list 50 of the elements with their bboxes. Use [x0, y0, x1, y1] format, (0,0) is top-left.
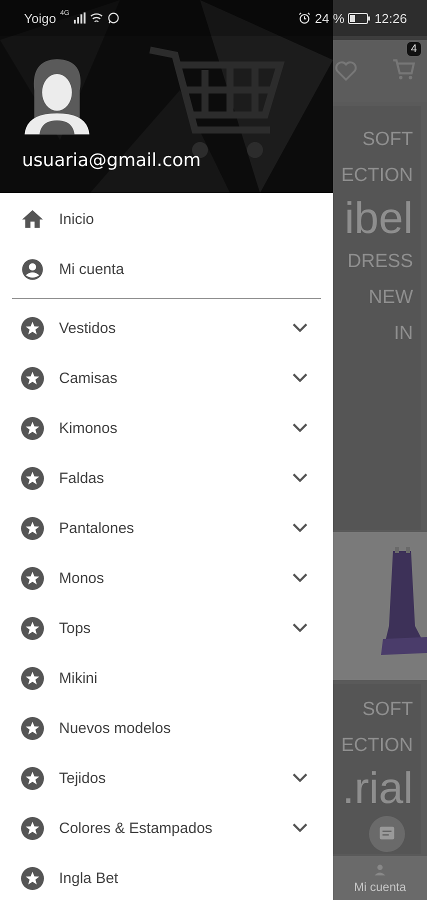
- category-label: Tops: [59, 620, 92, 636]
- clock: 12:26: [374, 10, 407, 26]
- chat-bubble-icon: [107, 12, 120, 24]
- category-label: Monos: [59, 570, 106, 586]
- user-email: usuaria@gmail.com: [22, 150, 202, 171]
- category-label: Kimonos: [59, 420, 118, 436]
- category-item[interactable]: Tejidos: [0, 753, 333, 803]
- category-label: Mikini: [59, 670, 98, 686]
- category-item[interactable]: Monos: [0, 553, 333, 603]
- category-item[interactable]: Ingla Bet: [0, 853, 333, 900]
- category-label: Colores & Estampados: [59, 820, 214, 836]
- category-item[interactable]: Kimonos: [0, 403, 333, 453]
- banner-text: SOFT: [362, 698, 413, 722]
- category-item[interactable]: Colores & Estampados: [0, 803, 333, 853]
- banner-text: NEW: [368, 286, 413, 310]
- battery-icon: [348, 12, 370, 24]
- category-label: Faldas: [59, 470, 106, 486]
- battery-percent: 24 %: [314, 10, 344, 26]
- wifi-icon: [90, 12, 104, 24]
- chat-button[interactable]: [369, 816, 405, 852]
- category-item[interactable]: Mikini: [0, 653, 333, 703]
- category-label: Ingla Bet: [59, 870, 120, 886]
- banner-text: ibel: [344, 194, 413, 244]
- menu-item[interactable]: Inicio: [0, 194, 333, 244]
- menu-item[interactable]: Mi cuenta: [0, 244, 333, 294]
- alarm-icon: [298, 12, 311, 24]
- banner-text: DRESS: [348, 250, 413, 274]
- category-item[interactable]: Tops: [0, 603, 333, 653]
- category-item[interactable]: Faldas: [0, 453, 333, 503]
- menu-label: Inicio: [59, 210, 96, 228]
- cart-count-badge: 4: [406, 42, 421, 56]
- category-item[interactable]: Vestidos: [0, 303, 333, 353]
- category-item[interactable]: Camisas: [0, 353, 333, 403]
- menu-label: Mi cuenta: [59, 260, 126, 278]
- category-label: Pantalones: [59, 520, 136, 536]
- category-label: Nuevos modelos: [59, 720, 172, 736]
- banner-text: .rial: [342, 764, 413, 814]
- category-item[interactable]: Pantalones: [0, 503, 333, 553]
- banner-text: ECTION: [341, 734, 413, 758]
- banner-text: SOFT: [362, 128, 413, 152]
- category-item[interactable]: Nuevos modelos: [0, 703, 333, 753]
- banner-text: ECTION: [341, 164, 413, 188]
- category-label: Tejidos: [59, 770, 107, 786]
- category-label: Camisas: [59, 370, 118, 386]
- account-icon: [20, 256, 45, 282]
- category-label: Vestidos: [59, 320, 117, 336]
- carrier-label: Yoigo: [24, 10, 56, 26]
- banner-text: IN: [394, 322, 413, 346]
- person-icon: [372, 862, 388, 878]
- signal-icon: [73, 12, 86, 24]
